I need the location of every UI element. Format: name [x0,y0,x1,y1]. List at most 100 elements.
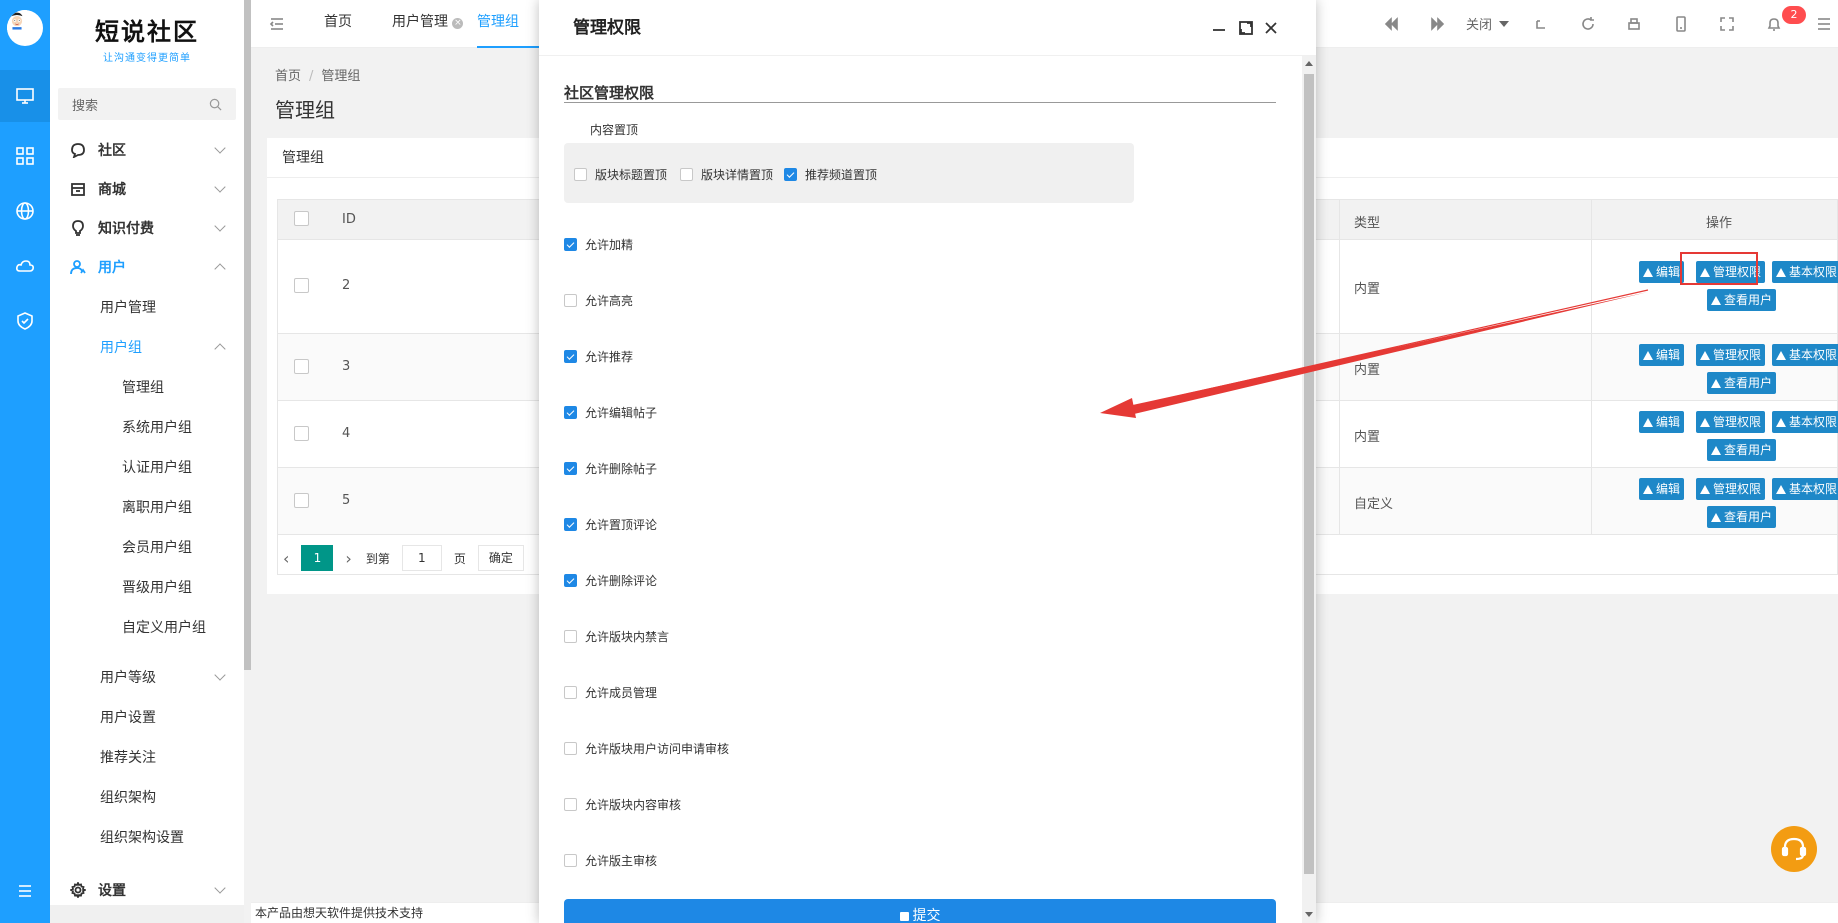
menu-settings[interactable]: 设置 [50,873,244,907]
row-checkbox[interactable] [294,493,309,508]
menu-vip-group[interactable]: 会员用户组 [50,530,244,564]
more-menu-icon[interactable] [1814,14,1834,34]
basic-permission-button[interactable]: 基本权限 [1772,411,1838,433]
option-allow-highlight[interactable]: 允许高亮 [564,292,633,309]
checkbox[interactable] [564,798,577,811]
bell-icon[interactable] [1764,14,1784,34]
tab-admin-group[interactable]: 管理组 [477,0,540,48]
checkbox-checked[interactable] [564,518,577,531]
menu-user-manage[interactable]: 用户管理 [50,290,244,324]
checkbox-checked[interactable] [564,406,577,419]
checkbox[interactable] [564,742,577,755]
checkbox[interactable] [564,294,577,307]
checkbox-checked[interactable] [564,350,577,363]
edit-button[interactable]: 编辑 [1639,411,1685,433]
menu-recommend-follow[interactable]: 推荐关注 [50,740,244,774]
row-checkbox[interactable] [294,278,309,293]
menu-user[interactable]: 用户 [50,250,244,284]
edit-button[interactable]: 编辑 [1639,261,1685,283]
option-allow-delete-comment[interactable]: 允许删除评论 [564,572,657,589]
minimize-icon[interactable] [1209,18,1229,38]
page-current[interactable]: 1 [301,545,334,571]
customer-service-icon[interactable] [1771,826,1817,872]
menu-user-level[interactable]: 用户等级 [50,660,244,694]
checkbox[interactable] [574,168,587,181]
checkbox-checked[interactable] [564,238,577,251]
next-tab-icon[interactable] [1428,14,1448,34]
avatar[interactable] [7,10,43,46]
option-allow-pin-comment[interactable]: 允许置顶评论 [564,516,657,533]
checkbox[interactable] [680,168,693,181]
submit-button[interactable]: 提交 [564,899,1276,923]
menu-admin-group[interactable]: 管理组 [50,370,244,404]
option-allow-content-review[interactable]: 允许版块内容审核 [564,796,681,813]
tab-user-manage[interactable]: 用户管理 × [392,0,464,48]
checkbox[interactable] [564,854,577,867]
shield-icon[interactable] [0,295,50,347]
row-checkbox[interactable] [294,426,309,441]
view-users-button[interactable]: 查看用户 [1707,372,1777,394]
pin-option-block-title[interactable]: 版块标题置顶 [574,166,667,183]
refresh-icon[interactable] [1578,14,1598,34]
prev-page-icon[interactable]: ‹ [283,549,289,568]
menu-toggle-icon[interactable] [0,865,50,917]
option-allow-moderator-review[interactable]: 允许版主审核 [564,852,657,869]
basic-permission-button[interactable]: 基本权限 [1772,478,1838,500]
edit-button[interactable]: 编辑 [1639,478,1685,500]
checkbox[interactable] [564,630,577,643]
checkbox-checked[interactable] [784,168,797,181]
sidebar-scrollbar[interactable] [244,0,251,670]
option-allow-member-manage[interactable]: 允许成员管理 [564,684,657,701]
option-allow-delete-post[interactable]: 允许删除帖子 [564,460,657,477]
modal-scrollbar[interactable] [1302,56,1316,923]
checkbox[interactable] [564,686,577,699]
menu-shop[interactable]: 商城 [50,172,244,206]
cloud-icon[interactable] [0,240,50,292]
pin-option-block-detail[interactable]: 版块详情置顶 [680,166,773,183]
manage-permission-button[interactable]: 管理权限 [1696,411,1766,433]
monitor-icon[interactable] [0,70,50,122]
globe-icon[interactable] [0,185,50,237]
row-checkbox[interactable] [294,359,309,374]
close-dropdown[interactable]: 关闭 [1466,14,1510,33]
apps-icon[interactable] [0,130,50,182]
option-allow-access-review[interactable]: 允许版块用户访问申请审核 [564,740,729,757]
view-users-button[interactable]: 查看用户 [1707,439,1777,461]
breadcrumb-home[interactable]: 首页 [275,69,301,84]
menu-user-settings[interactable]: 用户设置 [50,700,244,734]
menu-org[interactable]: 组织架构 [50,780,244,814]
menu-left-group[interactable]: 离职用户组 [50,490,244,524]
checkbox-checked[interactable] [564,462,577,475]
option-allow-mute[interactable]: 允许版块内禁言 [564,628,669,645]
collapse-icon[interactable] [267,14,287,34]
fullscreen-icon[interactable] [1717,14,1737,34]
menu-community[interactable]: 社区 [50,133,244,167]
menu-promote-group[interactable]: 晋级用户组 [50,570,244,604]
search-input[interactable]: 搜索 [58,88,236,120]
close-icon[interactable]: × [452,18,464,29]
manage-permission-button[interactable]: 管理权限 [1696,478,1766,500]
next-page-icon[interactable]: › [345,549,351,568]
select-all-checkbox[interactable] [294,211,309,226]
close-icon[interactable] [1261,18,1281,38]
maximize-icon[interactable] [1236,18,1256,38]
view-users-button[interactable]: 查看用户 [1707,506,1777,528]
tab-home[interactable]: 首页 [324,0,352,48]
print-icon[interactable] [1624,14,1644,34]
menu-knowledge[interactable]: 知识付费 [50,211,244,245]
option-allow-recommend[interactable]: 允许推荐 [564,348,633,365]
pin-option-recommend-channel[interactable]: 推荐频道置顶 [784,166,877,183]
goto-confirm-button[interactable]: 确定 [477,545,524,571]
scroll-down-icon[interactable] [1305,912,1313,917]
manage-permission-button[interactable]: 管理权限 [1696,344,1766,366]
prev-tab-icon[interactable] [1381,14,1401,34]
view-users-button[interactable]: 查看用户 [1707,289,1777,311]
menu-org-settings[interactable]: 组织架构设置 [50,820,244,854]
edit-button[interactable]: 编辑 [1639,344,1685,366]
option-allow-essence[interactable]: 允许加精 [564,236,633,253]
basic-permission-button[interactable]: 基本权限 [1772,261,1838,283]
option-allow-edit-post[interactable]: 允许编辑帖子 [564,404,657,421]
checkbox-checked[interactable] [564,574,577,587]
modal-scroll-thumb[interactable] [1304,74,1314,874]
mobile-icon[interactable] [1671,14,1691,34]
